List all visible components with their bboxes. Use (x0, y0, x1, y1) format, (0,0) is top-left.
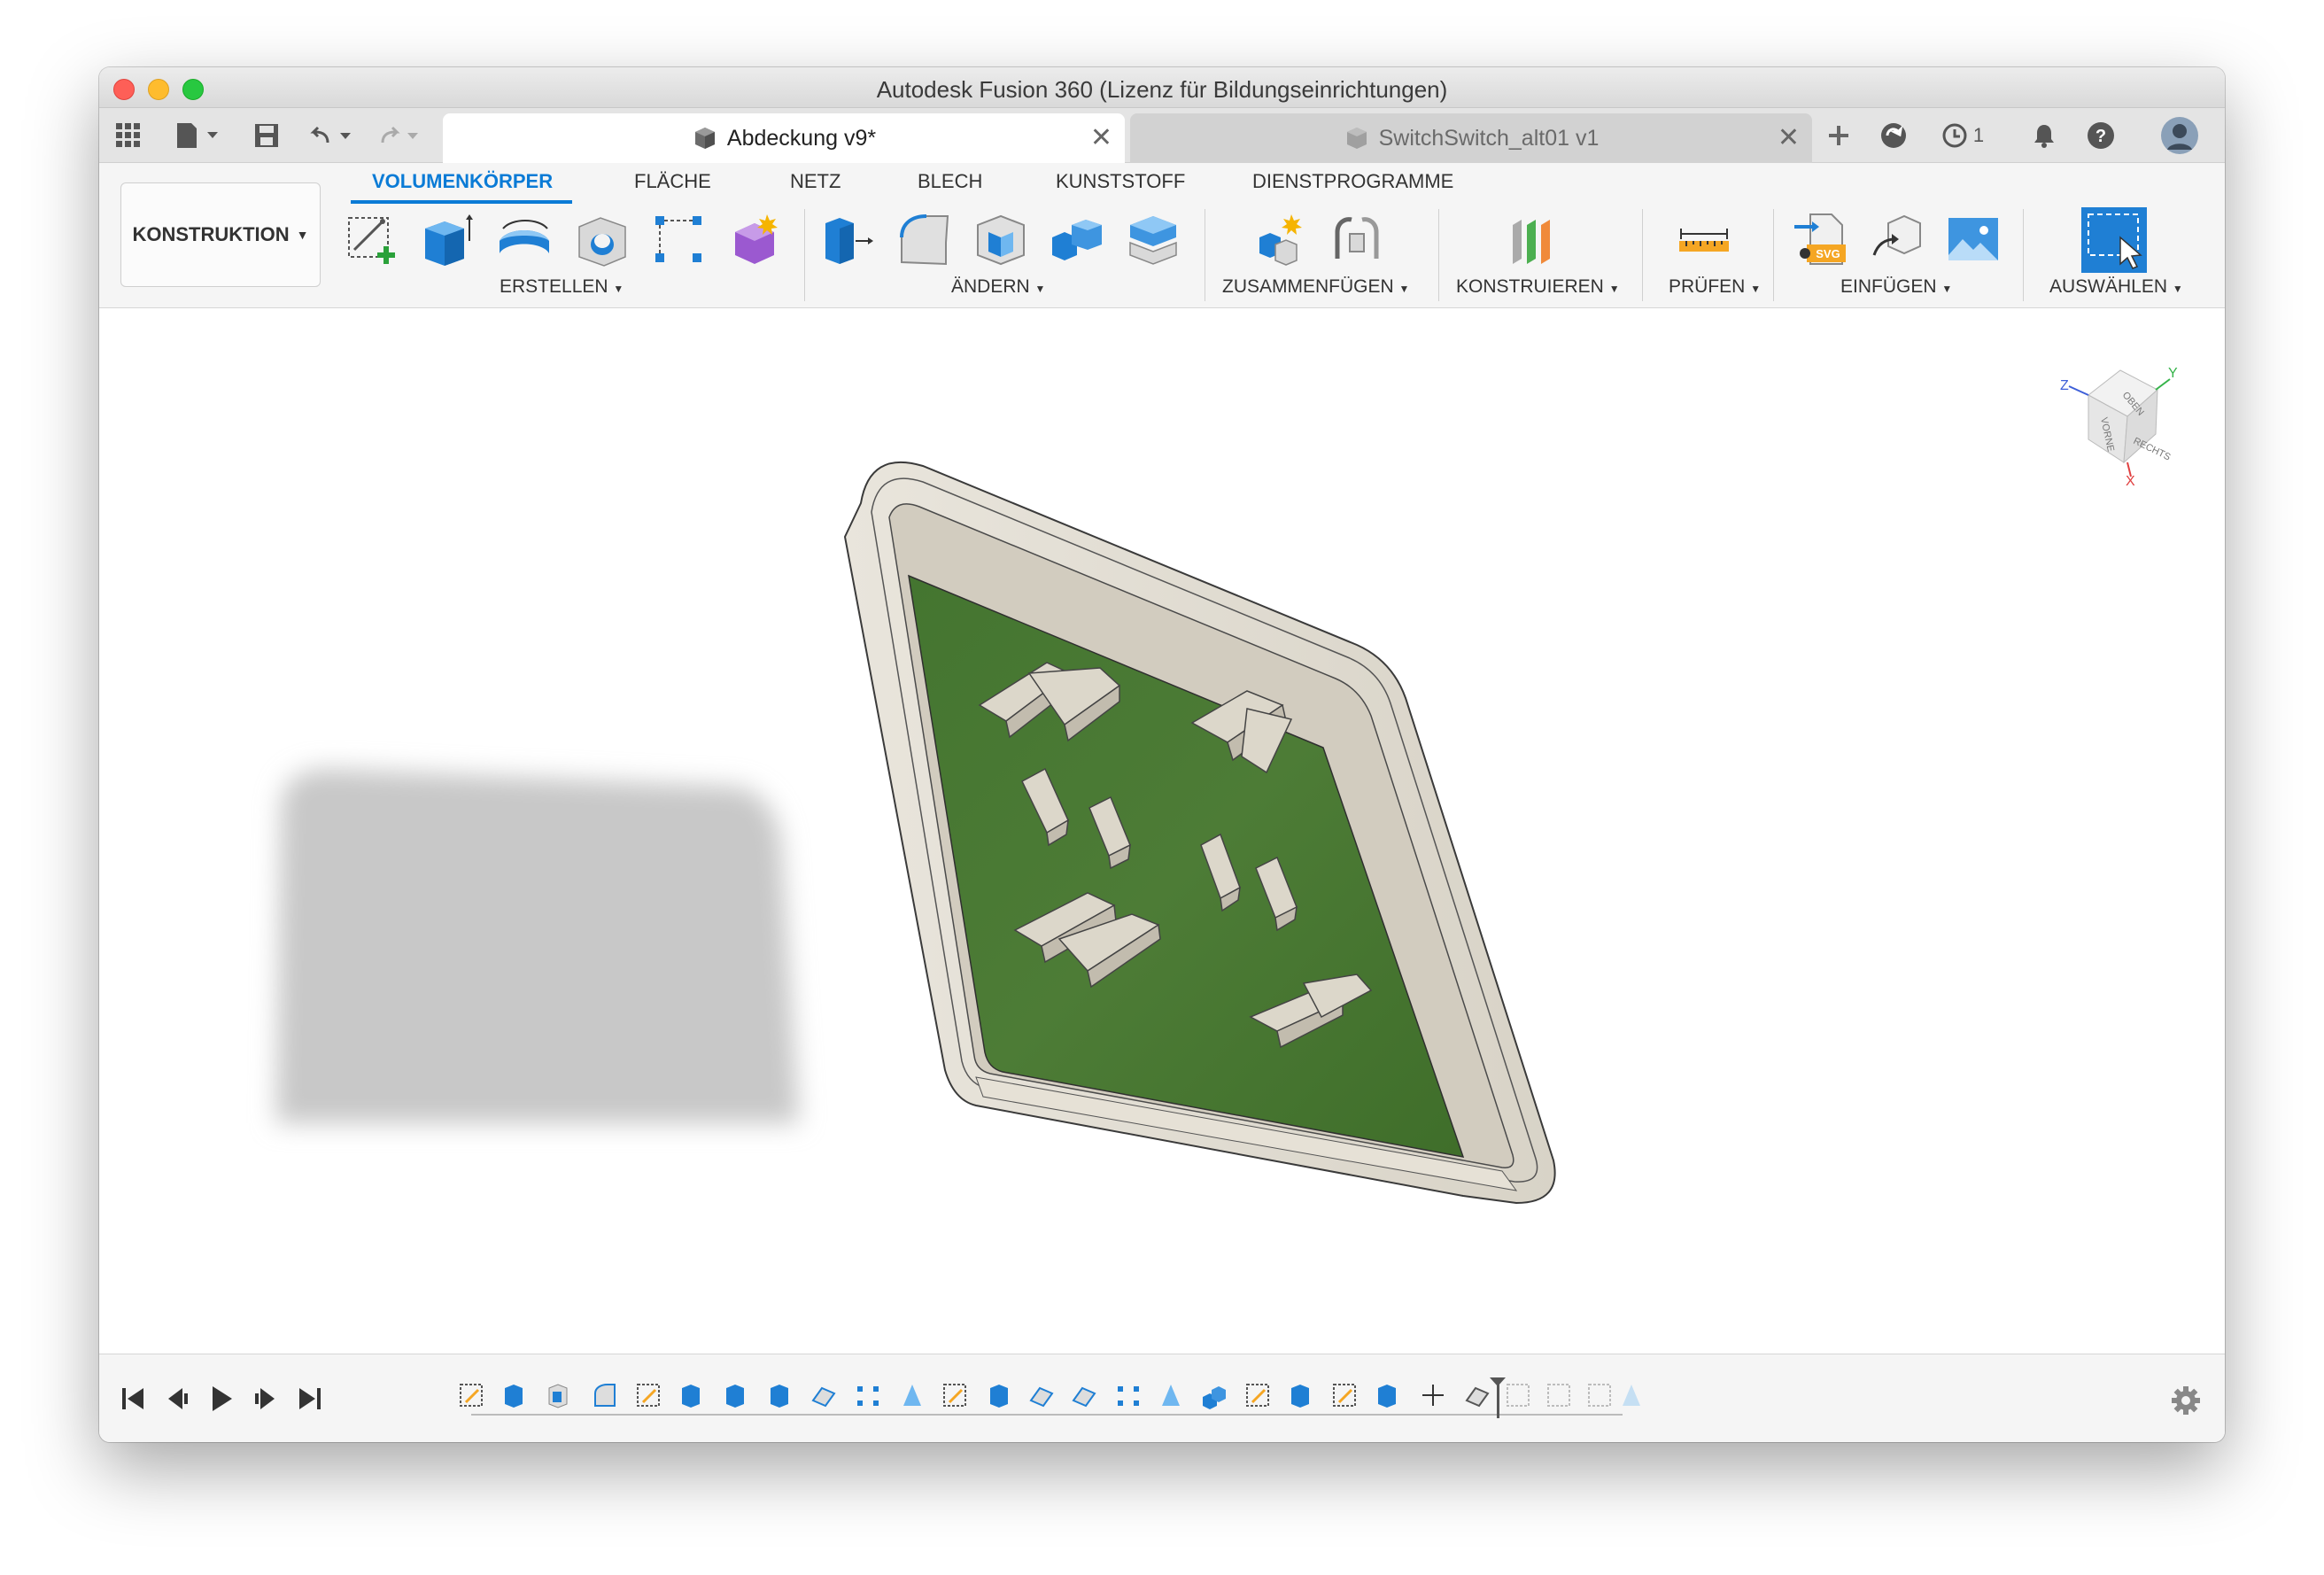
prev-icon[interactable] (161, 1383, 193, 1415)
joint-icon[interactable] (1329, 211, 1385, 268)
toolbar-divider (1642, 209, 1643, 301)
clock-icon (1942, 123, 1967, 148)
file-menu-icon[interactable] (172, 120, 225, 151)
tab-label: SwitchSwitch_alt01 v1 (1378, 125, 1600, 151)
play-icon[interactable] (205, 1383, 237, 1415)
save-icon[interactable] (252, 120, 282, 151)
view-cube[interactable]: OBEN VORNE RECHTS Z Y X (2049, 344, 2191, 485)
hole-icon[interactable] (574, 211, 631, 268)
insert-svg-icon[interactable]: SVG (1793, 211, 1849, 268)
toolbar-divider (1438, 209, 1439, 301)
revolve-icon[interactable] (496, 211, 553, 268)
active-tab-underline (351, 200, 572, 204)
tab-flaeche[interactable]: FLÄCHE (634, 170, 711, 193)
group-create-label[interactable]: ERSTELLEN ▼ (500, 276, 624, 298)
group-inspect-label[interactable]: PRÜFEN ▼ (1669, 276, 1761, 298)
workspace-label: KONSTRUKTION (132, 223, 290, 245)
tab-dienstprogramme[interactable]: DIENSTPROGRAMME (1252, 170, 1453, 193)
last-icon[interactable] (294, 1383, 326, 1415)
ribbon-toolbar: KONSTRUKTION ▼ VOLUMENKÖRPER FLÄCHE NETZ… (99, 163, 2225, 308)
rectangular-pattern-icon[interactable] (650, 211, 707, 268)
toolbar-divider (1773, 209, 1774, 301)
tab-bar: Abdeckung v9* ✕ SwitchSwitch_alt01 v1 ✕ … (99, 108, 2225, 163)
undo-icon[interactable] (306, 120, 360, 151)
tab-switchswitch[interactable]: SwitchSwitch_alt01 v1 ✕ (1130, 113, 1812, 163)
workspace-dropdown[interactable]: KONSTRUKTION ▼ (120, 182, 321, 287)
extrude-icon[interactable] (418, 211, 475, 268)
component-icon (694, 128, 715, 149)
tab-volumenkoerper[interactable]: VOLUMENKÖRPER (372, 170, 553, 193)
chevron-down-icon: ▼ (2172, 283, 2183, 295)
chevron-down-icon: ▼ (613, 283, 624, 295)
user-avatar[interactable] (2159, 117, 2200, 154)
ground-shadow (276, 769, 799, 1123)
help-icon[interactable]: ? (2085, 120, 2117, 151)
tab-blech[interactable]: BLECH (918, 170, 982, 193)
component-icon (1346, 128, 1367, 149)
new-tab-icon[interactable] (1821, 120, 1856, 151)
close-tab-icon[interactable]: ✕ (1090, 122, 1112, 153)
chevron-down-icon: ▼ (1941, 283, 1953, 295)
app-window: Autodesk Fusion 360 (Lizenz für Bildungs… (99, 67, 2225, 1442)
create-sketch-icon[interactable] (344, 211, 400, 268)
split-body-icon[interactable] (1125, 211, 1181, 268)
new-component-icon[interactable] (1252, 211, 1309, 268)
window-title: Autodesk Fusion 360 (Lizenz für Bildungs… (876, 76, 1448, 103)
insert-mesh-icon[interactable] (1869, 211, 1925, 268)
press-pull-icon[interactable] (820, 211, 877, 268)
group-assemble-label[interactable]: ZUSAMMENFÜGEN ▼ (1222, 276, 1409, 298)
tab-label: Abdeckung v9* (726, 125, 877, 151)
job-count: 1 (1972, 124, 1985, 146)
toolbar-divider (804, 209, 805, 301)
fillet-icon[interactable] (896, 211, 953, 268)
redo-icon[interactable] (376, 120, 429, 151)
next-icon[interactable] (250, 1383, 282, 1415)
title-bar: Autodesk Fusion 360 (Lizenz für Bildungs… (99, 67, 2225, 108)
canvas-image-icon[interactable] (1945, 211, 2002, 268)
timeline-marker[interactable] (1497, 1381, 1499, 1418)
group-construct-label[interactable]: KONSTRUIEREN ▼ (1456, 276, 1620, 298)
svg-text:Z: Z (2060, 378, 2069, 393)
first-icon[interactable] (117, 1383, 149, 1415)
tab-kunststoff[interactable]: KUNSTSTOFF (1056, 170, 1185, 193)
close-tab-icon[interactable]: ✕ (1778, 122, 1800, 153)
offset-plane-icon[interactable] (1504, 211, 1561, 268)
chevron-down-icon: ▼ (1398, 283, 1410, 295)
timeline-bar (99, 1354, 2225, 1442)
svg-text:SVG: SVG (1816, 247, 1840, 260)
shell-icon[interactable] (972, 211, 1029, 268)
chevron-down-icon: ▼ (1034, 283, 1046, 295)
job-status-button[interactable]: 1 (1936, 120, 1989, 151)
select-tool-icon[interactable] (2080, 206, 2149, 275)
chevron-down-icon: ▼ (1750, 283, 1762, 295)
tab-abdeckung[interactable]: Abdeckung v9* ✕ (443, 113, 1125, 163)
combine-icon[interactable] (1049, 211, 1105, 268)
sync-icon[interactable] (1876, 120, 1911, 151)
chevron-down-icon: ▼ (1608, 283, 1620, 295)
settings-gear-icon[interactable] (2170, 1385, 2202, 1416)
app-grid-icon[interactable] (113, 120, 143, 151)
model-canvas[interactable] (99, 308, 2225, 1354)
create-form-icon[interactable] (726, 211, 783, 268)
timeline-feature-icons (460, 1384, 1640, 1409)
group-insert-label[interactable]: EINFÜGEN ▼ (1840, 276, 1952, 298)
toolbar-divider (2023, 209, 2024, 301)
measure-icon[interactable] (1676, 211, 1732, 268)
timeline-features[interactable] (365, 1377, 1640, 1422)
svg-text:?: ? (2095, 127, 2106, 146)
notifications-bell-icon[interactable] (2028, 120, 2060, 151)
svg-text:Y: Y (2168, 366, 2178, 381)
chevron-down-icon: ▼ (296, 228, 309, 242)
3d-viewport[interactable]: OBEN VORNE RECHTS Z Y X (99, 308, 2225, 1354)
group-select-label[interactable]: AUSWÄHLEN ▼ (2049, 276, 2183, 298)
tab-netz[interactable]: NETZ (790, 170, 841, 193)
svg-text:X: X (2126, 474, 2135, 485)
group-modify-label[interactable]: ÄNDERN ▼ (951, 276, 1045, 298)
